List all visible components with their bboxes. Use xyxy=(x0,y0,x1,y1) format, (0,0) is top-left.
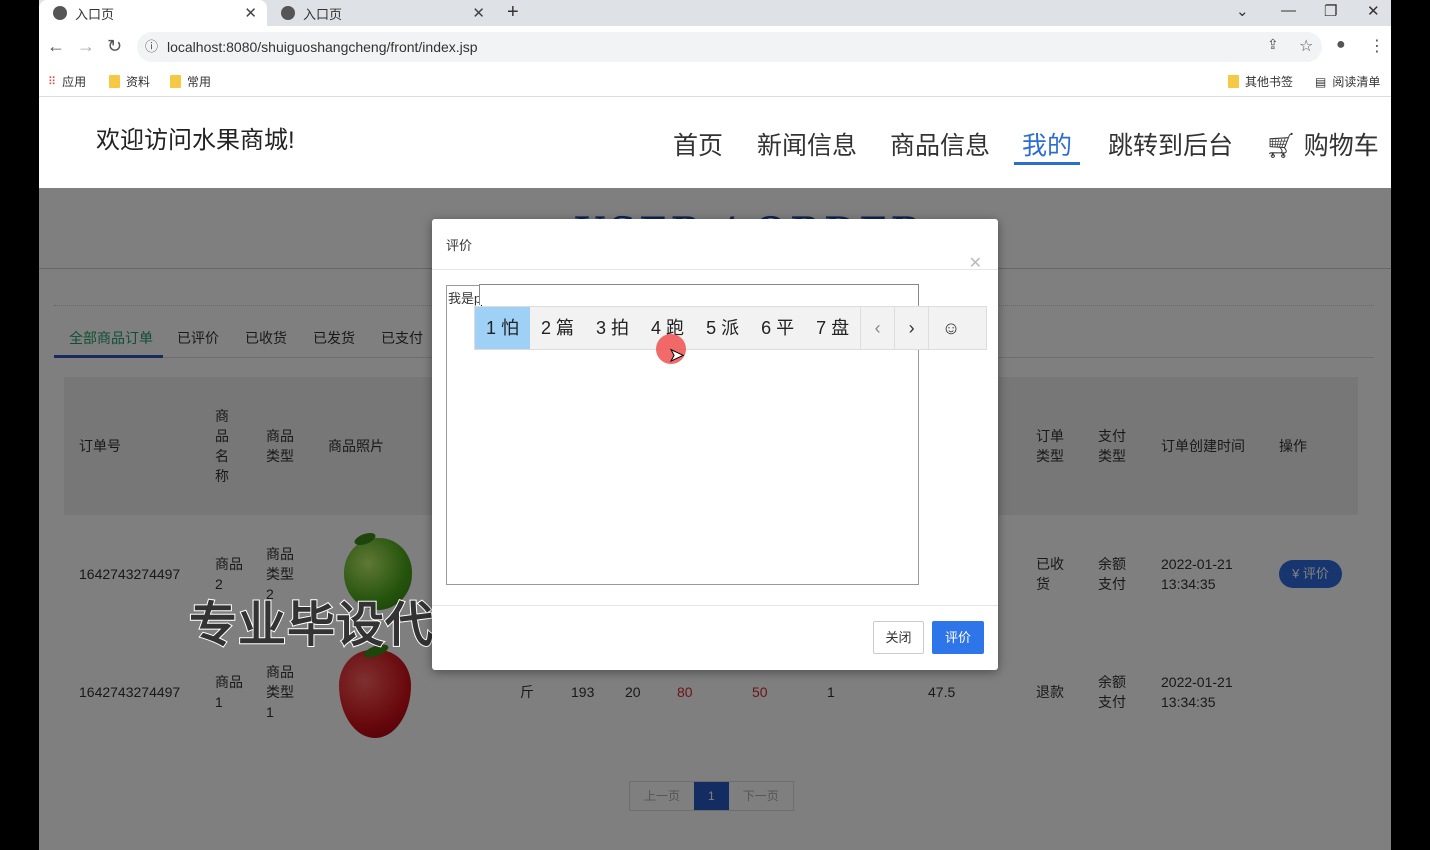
bookmark-folder[interactable]: 资料 xyxy=(109,73,150,90)
bookmark-label: 阅读清单 xyxy=(1332,75,1381,89)
close-tab-icon[interactable]: ✕ xyxy=(472,4,485,22)
restore-button[interactable]: ❐ xyxy=(1324,2,1337,20)
tab-search-icon[interactable]: ⌄ xyxy=(1236,2,1249,20)
minimize-button[interactable]: — xyxy=(1281,2,1296,19)
cart-label: 购物车 xyxy=(1303,132,1379,160)
nav-mine[interactable]: 我的 xyxy=(1014,126,1081,165)
back-icon[interactable]: ← xyxy=(47,36,65,57)
tab-2[interactable]: 入口页 ✕ xyxy=(267,0,495,26)
close-tab-icon[interactable]: ✕ xyxy=(244,4,257,22)
bookmarks-bar: ⠿ 应用 资料 常用 其他书签 ▤ 阅读清单 xyxy=(39,68,1391,97)
menu-icon[interactable]: ⋮ xyxy=(1369,36,1385,56)
tab-bar: 入口页 ✕ 入口页 ✕ + ⌄ — ❐ ✕ xyxy=(39,0,1391,26)
modal-title: 评价 xyxy=(446,238,473,253)
info-icon: ⓘ xyxy=(145,39,159,54)
ime-candidate[interactable]: 3 拍 xyxy=(585,307,640,349)
folder-icon xyxy=(109,75,120,88)
site-header: 欢迎访问水果商城! 首页 新闻信息 商品信息 我的 跳转到后台 🛒︎ 购物车 xyxy=(39,98,1391,188)
new-tab-button[interactable]: + xyxy=(507,1,519,24)
reload-icon[interactable]: ↻ xyxy=(107,36,122,57)
review-text: 我是p xyxy=(448,291,482,306)
bookmark-label: 应用 xyxy=(62,75,87,89)
tab-title: 入口页 xyxy=(75,6,115,22)
bookmark-apps[interactable]: ⠿ 应用 xyxy=(48,73,86,90)
ime-candidate[interactable]: 7 盘 xyxy=(805,307,860,349)
close-button[interactable]: 关闭 xyxy=(873,621,924,654)
bookmark-other[interactable]: 其他书签 xyxy=(1228,73,1293,90)
forward-icon[interactable]: → xyxy=(77,36,95,57)
divider xyxy=(432,269,998,270)
chevron-left-icon[interactable]: ‹ xyxy=(860,307,894,349)
folder-icon xyxy=(1228,75,1239,88)
tab-1[interactable]: 入口页 ✕ xyxy=(39,0,267,26)
emoji-icon[interactable]: ☺ xyxy=(928,307,973,349)
mouse-cursor-icon: ➤ xyxy=(668,345,685,366)
folder-icon xyxy=(170,75,181,88)
submit-review-button[interactable]: 评价 xyxy=(932,621,984,654)
ime-composition-box xyxy=(479,284,919,305)
bookmark-folder[interactable]: 常用 xyxy=(170,73,211,90)
cart-icon: 🛒︎ xyxy=(1265,132,1297,160)
apps-icon: ⠿ xyxy=(48,76,57,88)
close-icon[interactable]: ✕ xyxy=(969,253,982,273)
ime-candidate-bar: 1 怕 2 篇 3 拍 4 跑 5 派 6 平 7 盘 ‹ › ☺ xyxy=(474,306,987,350)
globe-icon xyxy=(53,6,67,20)
nav-products[interactable]: 商品信息 xyxy=(890,126,990,162)
review-modal: 评价 ✕ 我是p 1 怕 2 篇 3 拍 4 跑 5 派 6 平 7 盘 ‹ ›… xyxy=(432,219,998,670)
nav-cart[interactable]: 🛒︎ 购物车 xyxy=(1265,126,1379,162)
ime-candidate[interactable]: 2 篇 xyxy=(530,307,585,349)
share-icon[interactable]: ⇪ xyxy=(1267,36,1279,53)
nav-home[interactable]: 首页 xyxy=(673,126,723,162)
ime-candidate[interactable]: 1 怕 xyxy=(475,307,531,349)
globe-icon xyxy=(281,6,295,20)
welcome-text: 欢迎访问水果商城! xyxy=(96,127,295,154)
bookmark-label: 常用 xyxy=(187,75,212,89)
divider xyxy=(432,605,998,606)
nav-news[interactable]: 新闻信息 xyxy=(757,126,857,162)
close-window-button[interactable]: ✕ xyxy=(1367,2,1380,20)
url-input[interactable]: ⓘ localhost:8080/shuiguoshangcheng/front/… xyxy=(137,32,1322,62)
address-bar-row: ← → ↻ ⓘ localhost:8080/shuiguoshangcheng/… xyxy=(39,26,1391,68)
reading-list-icon: ▤ xyxy=(1315,74,1327,89)
profile-icon[interactable]: ● xyxy=(1336,36,1346,54)
ime-candidate[interactable]: 5 派 xyxy=(695,307,750,349)
url-text: localhost:8080/shuiguoshangcheng/front/i… xyxy=(167,39,478,55)
tab-title: 入口页 xyxy=(303,6,343,22)
nav-admin[interactable]: 跳转到后台 xyxy=(1108,126,1233,162)
browser-window: 入口页 ✕ 入口页 ✕ + ⌄ — ❐ ✕ ← → ↻ ⓘ localhost:808… xyxy=(39,0,1391,850)
star-icon[interactable]: ☆ xyxy=(1299,36,1313,56)
chevron-right-icon[interactable]: › xyxy=(894,307,928,349)
bookmark-label: 其他书签 xyxy=(1245,75,1294,89)
bookmark-label: 资料 xyxy=(126,75,151,89)
reading-list[interactable]: ▤ 阅读清单 xyxy=(1315,73,1380,90)
ime-candidate[interactable]: 6 平 xyxy=(750,307,805,349)
